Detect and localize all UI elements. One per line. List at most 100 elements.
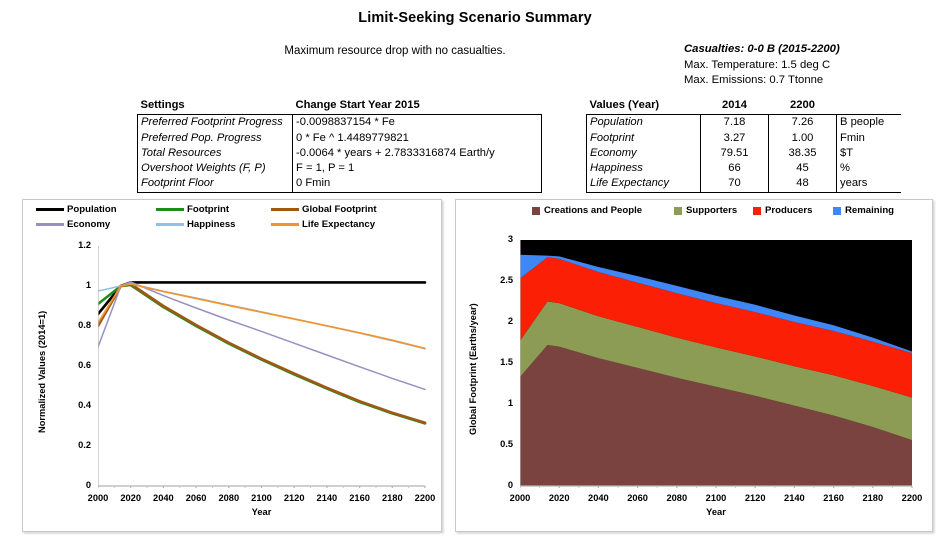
legend-item[interactable]: Producers: [753, 205, 812, 216]
legend-item[interactable]: Footprint: [156, 204, 229, 215]
table-row: Preferred Footprint Progress -0.00988371…: [138, 115, 542, 131]
x-tick-label: 2100: [694, 493, 738, 503]
legend-swatch-icon: [674, 207, 682, 215]
legend-item[interactable]: Global Footprint: [271, 204, 377, 215]
y-axis-title: Global Footprint (Earths/year): [468, 303, 478, 435]
max-emissions-stat: Max. Emissions: 0.7 Ttonne: [684, 73, 840, 89]
setting-value: -0.0064 * years + 2.7833316874 Earth/y: [293, 146, 542, 161]
x-tick-label: 2120: [733, 493, 777, 503]
x-tick-label: 2200: [403, 493, 447, 503]
legend-label: Population: [67, 204, 117, 215]
summary-stats: Casualties: 0-0 B (2015-2200) Max. Tempe…: [684, 42, 840, 89]
value-unit: years: [837, 176, 901, 192]
y-tick-label: 0.2: [58, 440, 91, 450]
value-2014: 7.18: [701, 115, 769, 131]
legend-swatch-icon: [833, 207, 841, 215]
x-tick-label: 2140: [772, 493, 816, 503]
legend-label: Happiness: [187, 219, 236, 230]
values-header-unit: [837, 98, 901, 115]
casualties-stat: Casualties: 0-0 B (2015-2200): [684, 42, 840, 58]
setting-label: Overshoot Weights (F, P): [138, 161, 293, 176]
settings-header-label: Settings: [138, 98, 293, 115]
legend-item[interactable]: Life Expectancy: [271, 219, 375, 230]
table-row: Total Resources -0.0064 * years + 2.7833…: [138, 146, 542, 161]
y-tick-label: 1: [480, 398, 513, 408]
legend-swatch-icon: [156, 223, 184, 226]
legend-swatch-icon: [271, 223, 299, 226]
legend-swatch-icon: [36, 208, 64, 211]
x-axis-title: Year: [98, 507, 425, 517]
y-tick-label: 1.2: [58, 240, 91, 250]
value-2014: 79.51: [701, 146, 769, 161]
legend-label: Life Expectancy: [302, 219, 375, 230]
setting-value: -0.0098837154 * Fe: [293, 115, 542, 131]
setting-value: 0 Fmin: [293, 176, 542, 192]
legend-label: Footprint: [187, 204, 229, 215]
table-row: Footprint Floor 0 Fmin: [138, 176, 542, 192]
values-table-header-row: Values (Year) 2014 2200: [587, 98, 901, 115]
values-table: Values (Year) 2014 2200 Population 7.18 …: [586, 98, 901, 193]
legend-label: Global Footprint: [302, 204, 377, 215]
legend-label: Economy: [67, 219, 110, 230]
y-tick-label: 0: [480, 480, 513, 490]
table-row: Life Expectancy 70 48 years: [587, 176, 901, 192]
value-2200: 1.00: [769, 131, 837, 146]
value-unit: B people: [837, 115, 901, 131]
value-label: Economy: [587, 146, 701, 161]
x-tick-label: 2200: [890, 493, 934, 503]
y-tick-label: 0.8: [58, 320, 91, 330]
legend-item[interactable]: Supporters: [674, 205, 737, 216]
setting-label: Footprint Floor: [138, 176, 293, 192]
legend-item[interactable]: Remaining: [833, 205, 894, 216]
y-tick-label: 2: [480, 316, 513, 326]
x-tick-label: 2080: [655, 493, 699, 503]
legend-item[interactable]: Economy: [36, 219, 110, 230]
value-label: Happiness: [587, 161, 701, 176]
value-label: Life Expectancy: [587, 176, 701, 192]
page-title: Limit-Seeking Scenario Summary: [0, 10, 950, 26]
table-row: Preferred Pop. Progress 0 * Fe ^ 1.44897…: [138, 131, 542, 146]
value-unit: %: [837, 161, 901, 176]
table-row: Footprint 3.27 1.00 Fmin: [587, 131, 901, 146]
legend-item[interactable]: Creations and People: [532, 205, 642, 216]
settings-table: Settings Change Start Year 2015 Preferre…: [137, 98, 542, 193]
values-header-label: Values (Year): [587, 98, 701, 115]
value-2200: 7.26: [769, 115, 837, 131]
y-tick-label: 0.4: [58, 400, 91, 410]
value-unit: $T: [837, 146, 901, 161]
y-axis-title: Normalized Values (2014=1): [37, 311, 47, 433]
x-tick-label: 2160: [812, 493, 856, 503]
legend-item[interactable]: Happiness: [156, 219, 236, 230]
value-2014: 3.27: [701, 131, 769, 146]
value-2200: 38.35: [769, 146, 837, 161]
line-plot-area: [98, 246, 427, 488]
x-tick-label: 2180: [851, 493, 895, 503]
settings-header-value: Change Start Year 2015: [293, 98, 542, 115]
setting-value: 0 * Fe ^ 1.4489779821: [293, 131, 542, 146]
legend-label: Creations and People: [544, 205, 642, 216]
y-tick-label: 1.5: [480, 357, 513, 367]
x-axis-title: Year: [520, 507, 912, 517]
stacked-area-plot-area: [520, 240, 914, 488]
values-header-2014: 2014: [701, 98, 769, 115]
value-2200: 48: [769, 176, 837, 192]
setting-label: Total Resources: [138, 146, 293, 161]
legend-item[interactable]: Population: [36, 204, 117, 215]
table-row: Happiness 66 45 %: [587, 161, 901, 176]
value-label: Population: [587, 115, 701, 131]
table-row: Population 7.18 7.26 B people: [587, 115, 901, 131]
y-tick-label: 3: [480, 234, 513, 244]
value-2014: 66: [701, 161, 769, 176]
global-footprint-composition-panel: Creations and People Supporters Producers R…: [455, 199, 933, 532]
value-label: Footprint: [587, 131, 701, 146]
normalized-values-chart-panel: Population Footprint Global Footprint Econo…: [22, 199, 442, 532]
max-temperature-stat: Max. Temperature: 1.5 deg C: [684, 58, 840, 74]
y-tick-label: 0: [58, 480, 91, 490]
value-2200: 45: [769, 161, 837, 176]
legend-swatch-icon: [36, 223, 64, 226]
y-tick-label: 0.5: [480, 439, 513, 449]
setting-label: Preferred Pop. Progress: [138, 131, 293, 146]
legend-swatch-icon: [753, 207, 761, 215]
y-tick-label: 1: [58, 280, 91, 290]
x-tick-label: 2040: [576, 493, 620, 503]
